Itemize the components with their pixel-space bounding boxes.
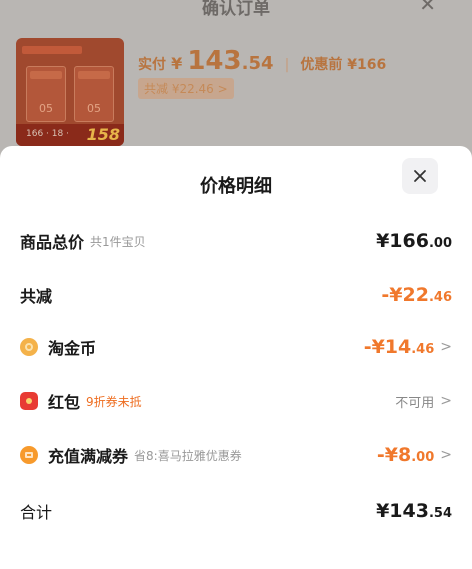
chevron-right-icon: > bbox=[440, 339, 452, 355]
product-count: 共1件宝贝 bbox=[90, 234, 146, 249]
product-total-amount: ¥166.00 bbox=[376, 230, 452, 252]
total-discount-amount: -¥22.46 bbox=[381, 284, 452, 306]
price-detail-sheet: 价格明细 商品总价 共1件宝贝 ¥166.00 共减 -¥22.46 淘金币 -… bbox=[0, 146, 472, 569]
top-up-voucher-label: 充值满减券 bbox=[48, 447, 129, 466]
grand-total-label: 合计 bbox=[20, 503, 53, 522]
reduce-badge[interactable]: 共减 ¥22.46 > bbox=[138, 78, 234, 99]
paid-currency: ¥ bbox=[171, 54, 183, 73]
order-close-icon[interactable]: ✕ bbox=[419, 0, 436, 16]
paid-amount: 实付 ¥ 143.54 | 优惠前 ¥166 bbox=[138, 46, 386, 76]
taobao-coin-label: 淘金币 bbox=[48, 339, 97, 358]
red-packet-icon bbox=[20, 392, 38, 410]
product-thumbnail[interactable]: 05 05 166 · 18 · 158 bbox=[16, 38, 124, 146]
grand-total-row: 合计 ¥143.54 bbox=[20, 496, 452, 526]
red-packet-status: 不可用 bbox=[395, 395, 435, 411]
top-up-voucher-note: 省8:喜马拉雅优惠券 bbox=[134, 448, 242, 463]
red-packet-row[interactable]: 红包 9折券未抵 不可用 > bbox=[20, 386, 452, 416]
paid-decimal: .54 bbox=[241, 53, 274, 74]
coin-icon bbox=[20, 338, 38, 356]
total-discount-row: 共减 -¥22.46 bbox=[20, 280, 452, 310]
red-packet-note: 9折券未抵 bbox=[86, 394, 142, 409]
order-page-background: 确认订单 ✕ 05 05 166 · 18 · 158 实付 ¥ 143.54 … bbox=[0, 0, 472, 160]
top-up-voucher-row[interactable]: 充值满减券 省8:喜马拉雅优惠券 -¥8.00 > bbox=[20, 440, 452, 470]
thumbnail-banner bbox=[22, 46, 82, 54]
thumbnail-value: 166 · 18 · bbox=[26, 129, 69, 139]
order-page-title: 确认订单 bbox=[202, 0, 270, 19]
thumbnail-card: 05 bbox=[26, 66, 66, 122]
chevron-right-icon: > bbox=[440, 393, 452, 409]
original-price: 优惠前 ¥166 bbox=[300, 57, 387, 73]
thumbnail-card: 05 bbox=[74, 66, 114, 122]
chevron-right-icon: > bbox=[440, 447, 452, 463]
paid-separator: | bbox=[284, 57, 290, 73]
total-discount-label: 共减 bbox=[20, 287, 53, 306]
taobao-coin-amount: -¥14.46 bbox=[363, 336, 435, 358]
product-total-label: 商品总价 bbox=[20, 233, 85, 252]
top-up-voucher-amount: -¥8.00 bbox=[376, 444, 435, 466]
grand-total-amount: ¥143.54 bbox=[376, 500, 452, 522]
thumbnail-price-strip: 166 · 18 · 158 bbox=[16, 124, 124, 146]
paid-label: 实付 bbox=[138, 57, 166, 73]
red-packet-label: 红包 bbox=[48, 393, 81, 412]
product-total-row: 商品总价 共1件宝贝 ¥166.00 bbox=[20, 226, 452, 256]
taobao-coin-row[interactable]: 淘金币 -¥14.46 > bbox=[20, 332, 452, 362]
close-icon bbox=[414, 170, 426, 182]
top-up-icon bbox=[20, 446, 38, 464]
thumbnail-price: 158 bbox=[86, 125, 120, 144]
paid-integer: 143 bbox=[187, 46, 242, 76]
close-button[interactable] bbox=[402, 158, 438, 194]
